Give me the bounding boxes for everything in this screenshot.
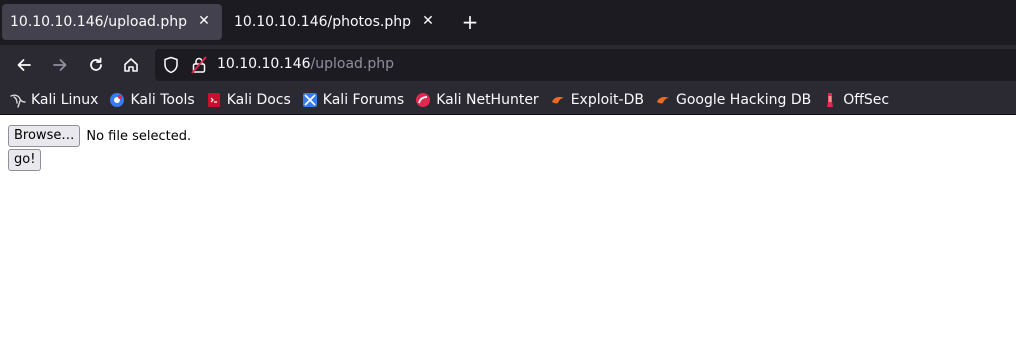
browse-button[interactable]: Browse…: [8, 125, 81, 147]
tab-photos[interactable]: 10.10.10.146/photos.php ✕: [226, 4, 446, 40]
file-input: Browse… No file selected.: [8, 125, 191, 147]
bookmark-label: Kali Linux: [31, 91, 99, 108]
bookmark-kali-tools[interactable]: Kali Tools: [109, 91, 195, 108]
close-icon[interactable]: ✕: [418, 11, 438, 31]
file-status-text: No file selected.: [86, 128, 192, 144]
new-tab-icon[interactable]: +: [458, 10, 482, 34]
bookmark-label: Kali Tools: [130, 91, 195, 108]
ghdb-icon: [655, 92, 671, 108]
tab-strip: 10.10.10.146/upload.php ✕ 10.10.10.146/p…: [0, 0, 1016, 45]
bookmark-label: Kali Forums: [322, 91, 405, 108]
bookmark-label: Exploit-DB: [570, 91, 644, 108]
kali-tools-icon: [109, 92, 125, 108]
bookmark-label: Google Hacking DB: [675, 91, 812, 108]
url-path: /upload.php: [310, 56, 395, 72]
url-text: 10.10.10.146/upload.php: [217, 56, 394, 72]
bookmark-kali-nethunter[interactable]: Kali NetHunter: [415, 91, 539, 108]
bookmark-kali-forums[interactable]: Kali Forums: [302, 92, 404, 108]
nethunter-icon: [415, 92, 431, 108]
go-row: go!: [8, 148, 42, 171]
url-bar[interactable]: 10.10.10.146/upload.php: [155, 49, 1016, 81]
bookmark-label: Kali Docs: [226, 91, 291, 108]
home-icon[interactable]: [117, 51, 145, 79]
tab-title: 10.10.10.146/upload.php: [10, 14, 188, 30]
bookmark-google-hacking-db[interactable]: Google Hacking DB: [655, 92, 811, 108]
bookmark-kali-linux[interactable]: Kali Linux: [10, 92, 98, 108]
close-icon[interactable]: ✕: [194, 11, 214, 31]
page-content: Browse… No file selected. go!: [0, 116, 1016, 353]
back-icon[interactable]: [10, 51, 38, 79]
insecure-lock-icon[interactable]: [191, 56, 207, 78]
kali-docs-icon: [206, 92, 222, 108]
bookmark-kali-docs[interactable]: Kali Docs: [206, 92, 291, 108]
offsec-icon: [822, 92, 838, 108]
kali-dragon-icon: [10, 92, 26, 108]
bookmark-label: Kali NetHunter: [436, 91, 539, 108]
bookmark-exploit-db[interactable]: Exploit-DB: [550, 92, 644, 108]
tab-upload[interactable]: 10.10.10.146/upload.php ✕: [2, 4, 222, 40]
exploit-db-icon: [550, 92, 566, 108]
kali-forums-icon: [302, 92, 318, 108]
bookmark-label: OffSec: [843, 91, 890, 108]
bookmark-offsec[interactable]: OffSec: [822, 92, 889, 108]
tab-title: 10.10.10.146/photos.php: [234, 14, 412, 30]
go-button[interactable]: go!: [8, 149, 42, 171]
reload-icon[interactable]: [82, 51, 110, 79]
url-host: 10.10.10.146: [217, 56, 311, 72]
nav-bar: 10.10.10.146/upload.php: [0, 45, 1016, 85]
bookmarks-toolbar: Kali Linux Kali Tools Kali Docs Kali For…: [0, 85, 1016, 115]
forward-icon[interactable]: [46, 51, 74, 79]
shield-icon[interactable]: [163, 56, 179, 78]
